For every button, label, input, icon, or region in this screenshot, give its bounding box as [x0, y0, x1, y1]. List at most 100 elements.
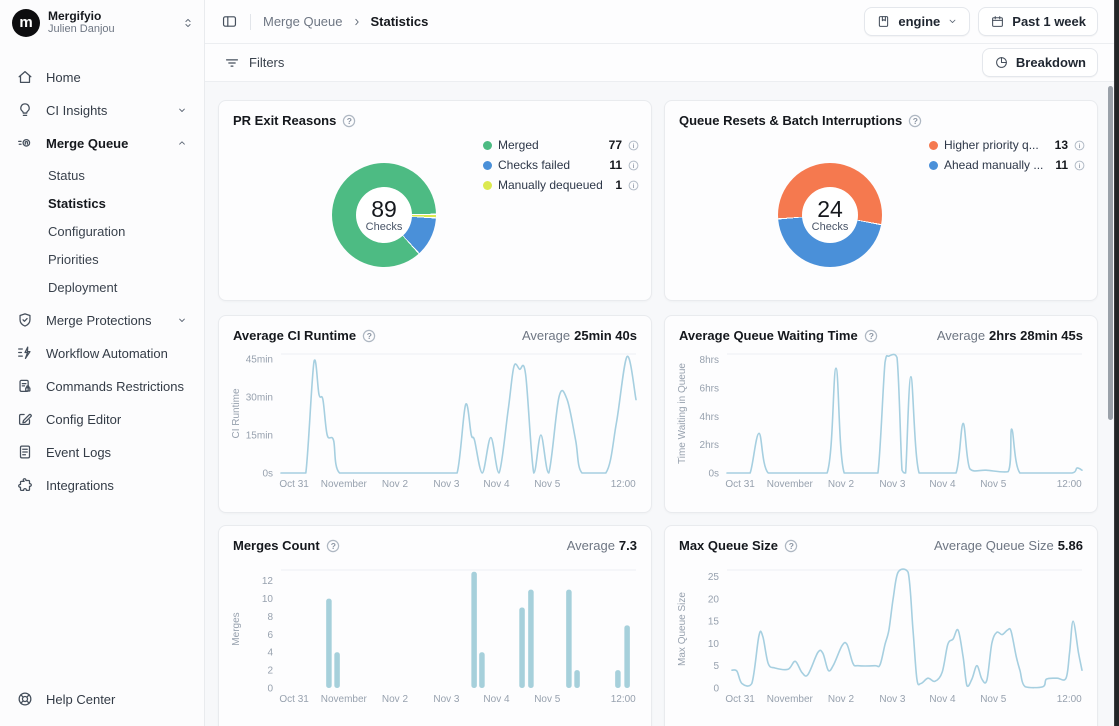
svg-text:?: ? [868, 331, 873, 341]
shield-check-icon [16, 311, 34, 329]
help-icon[interactable]: ? [908, 114, 922, 128]
engine-select[interactable]: engine [864, 7, 970, 36]
main-area: Merge Queue Statistics engine Past 1 wee… [205, 0, 1114, 726]
scrollbar-thumb[interactable] [1108, 86, 1113, 420]
svg-text:45min: 45min [246, 355, 273, 366]
legend-dot [929, 141, 938, 150]
pie-chart-icon [994, 55, 1009, 70]
sidebar-item-priorities[interactable]: Priorities [4, 248, 196, 270]
svg-text:5: 5 [713, 661, 719, 672]
svg-text:12:00: 12:00 [1057, 479, 1082, 490]
max-queue-line-chart[interactable]: 0510152025Oct 31NovemberNov 2Nov 3Nov 4N… [665, 556, 1099, 716]
help-icon[interactable]: ? [864, 329, 878, 343]
svg-text:30min: 30min [246, 393, 273, 404]
queue-waiting-line-chart[interactable]: 0s2hrs4hrs6hrs8hrsOct 31NovemberNov 2Nov… [665, 346, 1099, 506]
sidebar-toggle-icon[interactable] [221, 13, 238, 30]
help-icon[interactable]: ? [326, 539, 340, 553]
legend-item-manually-dequeued[interactable]: Manually dequeued 1 i [483, 175, 639, 195]
help-icon[interactable]: ? [342, 114, 356, 128]
legend-item-higher-priority[interactable]: Higher priority q... 13 i [929, 135, 1085, 155]
svg-text:25: 25 [708, 572, 720, 583]
sidebar-item-configuration[interactable]: Configuration [4, 220, 196, 242]
sidebar-item-status[interactable]: Status [4, 164, 196, 186]
svg-text:?: ? [347, 116, 352, 126]
svg-text:November: November [767, 479, 814, 490]
lightbulb-icon [16, 101, 34, 119]
svg-text:15min: 15min [246, 431, 273, 442]
help-icon[interactable]: ? [362, 329, 376, 343]
legend-item-merged[interactable]: Merged 77 i [483, 135, 639, 155]
sidebar-item-statistics[interactable]: Statistics [4, 192, 196, 214]
sidebar-item-commands-restrictions[interactable]: Commands Restrictions [4, 374, 196, 398]
merge-queue-submenu: Status Statistics Configuration Prioriti… [4, 164, 196, 308]
merge-queue-icon [16, 134, 34, 152]
svg-text:Nov 2: Nov 2 [382, 694, 409, 705]
calendar-icon [990, 14, 1005, 29]
donut-center-value: 24 [817, 197, 843, 221]
ci-runtime-line-chart[interactable]: 0s15min30min45minOct 31NovemberNov 2Nov … [219, 346, 653, 506]
chevron-down-icon [176, 314, 188, 326]
merges-bar-chart[interactable]: 024681012Oct 31NovemberNov 2Nov 3Nov 4No… [219, 556, 653, 716]
svg-text:i: i [633, 162, 635, 169]
svg-text:20: 20 [708, 594, 720, 605]
svg-text:12:00: 12:00 [1057, 694, 1082, 705]
svg-text:CI Runtime: CI Runtime [231, 388, 242, 438]
svg-text:Nov 5: Nov 5 [534, 694, 561, 705]
svg-text:8: 8 [267, 612, 273, 623]
card-title: Merges Count [233, 538, 320, 553]
sidebar-item-event-logs[interactable]: Event Logs [4, 440, 196, 464]
breakdown-button[interactable]: Breakdown [982, 48, 1098, 77]
legend-item-checks-failed[interactable]: Checks failed 11 i [483, 155, 639, 175]
sidebar-item-deployment[interactable]: Deployment [4, 276, 196, 298]
card-title: Queue Resets & Batch Interruptions [679, 113, 902, 128]
info-icon[interactable]: i [628, 140, 639, 151]
average-value: Average7.3 [567, 538, 637, 553]
svg-text:November: November [321, 479, 368, 490]
queue-resets-donut-chart[interactable]: 24 Checks [778, 163, 882, 267]
info-icon[interactable]: i [1074, 140, 1085, 151]
pencil-square-icon [16, 410, 34, 428]
document-icon [16, 443, 34, 461]
card-title: Average CI Runtime [233, 328, 356, 343]
legend-item-ahead-manually[interactable]: Ahead manually ... 11 i [929, 155, 1085, 175]
help-icon[interactable]: ? [784, 539, 798, 553]
chevron-up-icon [176, 137, 188, 149]
sidebar-item-integrations[interactable]: Integrations [4, 473, 196, 497]
svg-text:?: ? [367, 331, 372, 341]
card-title: Average Queue Waiting Time [679, 328, 858, 343]
average-value: Average2hrs 28min 45s [937, 328, 1083, 343]
sidebar-item-home[interactable]: Home [4, 65, 196, 89]
info-icon[interactable]: i [628, 180, 639, 191]
svg-text:4: 4 [267, 648, 273, 659]
sidebar-item-ci-insights[interactable]: CI Insights [4, 98, 196, 122]
svg-text:12: 12 [262, 576, 274, 587]
breadcrumb-current: Statistics [371, 14, 429, 29]
breadcrumb-chevron-icon [351, 16, 363, 28]
sidebar-item-config-editor[interactable]: Config Editor [4, 407, 196, 431]
sidebar: m Mergifyio Julien Danjou Home CI Insigh… [0, 0, 205, 726]
breadcrumb-parent[interactable]: Merge Queue [263, 14, 343, 29]
sidebar-item-merge-protections[interactable]: Merge Protections [4, 308, 196, 332]
donut-center-label: Checks [812, 221, 849, 233]
svg-text:2hrs: 2hrs [700, 440, 719, 451]
pr-exit-donut-chart[interactable]: 89 Checks [332, 163, 436, 267]
svg-text:4hrs: 4hrs [700, 412, 719, 423]
org-switcher[interactable]: m Mergifyio Julien Danjou [0, 0, 204, 45]
info-icon[interactable]: i [628, 160, 639, 171]
info-icon[interactable]: i [1074, 160, 1085, 171]
legend-dot [483, 141, 492, 150]
help-center-button[interactable]: Help Center [4, 686, 194, 712]
sidebar-item-workflow-automation[interactable]: Workflow Automation [4, 341, 196, 365]
svg-text:November: November [767, 694, 814, 705]
date-range-button[interactable]: Past 1 week [978, 7, 1098, 36]
svg-text:6hrs: 6hrs [700, 384, 719, 395]
life-buoy-icon [16, 690, 34, 708]
card-merges-count: Merges Count ? Average7.3 024681012Oct 3… [218, 525, 652, 726]
home-icon [16, 68, 34, 86]
sidebar-item-merge-queue[interactable]: Merge Queue [4, 131, 196, 155]
svg-text:10: 10 [708, 639, 720, 650]
filters-button[interactable]: Filters [213, 50, 294, 76]
card-max-queue-size: Max Queue Size ? Average Queue Size5.86 … [664, 525, 1098, 726]
svg-text:?: ? [789, 541, 794, 551]
card-title: Max Queue Size [679, 538, 778, 553]
